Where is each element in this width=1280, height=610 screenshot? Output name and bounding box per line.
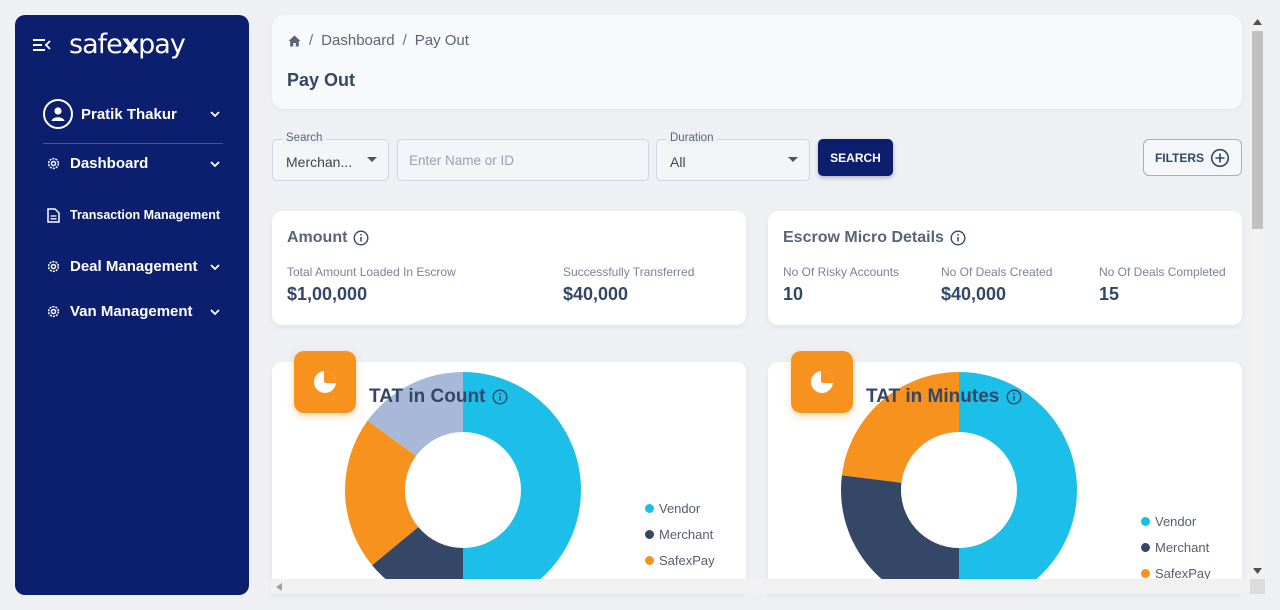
stat-value: 10 — [783, 284, 804, 304]
donut-slice-merchant[interactable] — [841, 475, 959, 594]
info-icon[interactable] — [492, 389, 508, 405]
avatar-icon — [43, 99, 73, 129]
info-icon[interactable] — [1006, 389, 1022, 405]
scroll-down-arrow-icon[interactable] — [1253, 568, 1262, 574]
search-input[interactable] — [398, 140, 648, 180]
sidebar-item-label: Transaction Management — [70, 208, 221, 222]
card-title-text: Escrow Micro Details — [783, 229, 944, 246]
search-type-value: Merchan... — [286, 154, 353, 170]
caret-down-icon — [367, 157, 377, 162]
amount-card: Amount Total Amount Loaded In Escrow $1,… — [272, 211, 746, 325]
legend-label: Merchant — [1155, 539, 1210, 555]
chevron-down-icon — [210, 308, 220, 315]
stat-label: Total Amount Loaded In Escrow — [287, 265, 456, 279]
stat-label: No Of Risky Accounts — [783, 265, 900, 279]
breadcrumb-current: Pay Out — [414, 32, 469, 49]
document-icon — [45, 207, 61, 223]
escrow-card-title: Escrow Micro Details — [783, 229, 966, 247]
pie-chart-icon — [294, 351, 356, 413]
legend-item-vendor: Vendor — [645, 495, 715, 521]
sidebar-item-label: Deal Management — [70, 258, 198, 275]
info-icon[interactable] — [353, 230, 369, 246]
sidebar-header: safexpay — [33, 29, 186, 60]
card-title-text: Amount — [287, 229, 348, 246]
search-type-select[interactable]: Search Merchan... — [272, 132, 389, 181]
brand-logo: safexpay — [69, 29, 186, 60]
gear-icon — [45, 259, 61, 275]
sidebar: safexpay Pratik Thakur Dashboard Transac… — [15, 15, 249, 595]
add-circle-icon — [1210, 148, 1230, 167]
chart-title-text: TAT in Minutes — [866, 386, 1000, 407]
legend-label: Merchant — [659, 526, 714, 542]
stat-label: No Of Deals Completed — [1099, 265, 1226, 279]
home-icon[interactable] — [288, 35, 301, 47]
tat-minutes-title: TAT in Minutes — [866, 386, 1022, 408]
tat-count-legend: Vendor Merchant SafexPay — [645, 495, 715, 573]
search-button[interactable]: SEARCH — [818, 139, 893, 176]
chevron-down-icon — [210, 263, 220, 270]
amount-card-title: Amount — [287, 229, 369, 247]
legend-dot — [645, 555, 654, 565]
legend-label: Vendor — [659, 500, 701, 516]
stat-value: $40,000 — [941, 284, 1007, 304]
legend-dot — [645, 503, 654, 513]
tat-count-title: TAT in Count — [369, 386, 508, 408]
legend-item-merchant: Merchant — [645, 521, 715, 547]
caret-down-icon — [788, 157, 798, 162]
search-type-label: Search — [282, 132, 327, 144]
sidebar-item-transaction-management[interactable]: Transaction Management — [45, 207, 221, 223]
legend-dot — [645, 529, 654, 539]
duration-select[interactable]: Duration All — [656, 132, 810, 181]
scrollbar-thumb[interactable] — [1252, 31, 1263, 229]
gear-icon — [45, 304, 61, 320]
escrow-details-card: Escrow Micro Details No Of Risky Account… — [768, 211, 1242, 325]
menu-collapse-icon[interactable] — [33, 38, 51, 52]
stat-label: Successfully Transferred — [563, 265, 695, 279]
sidebar-item-label: Van Management — [70, 303, 193, 320]
search-field[interactable] — [397, 139, 649, 181]
breadcrumb-dashboard[interactable]: Dashboard — [321, 32, 394, 49]
legend-label: SafexPay — [659, 552, 715, 568]
page-header: / Dashboard / Pay Out Pay Out — [272, 15, 1242, 109]
legend-dot — [1141, 516, 1150, 526]
info-icon[interactable] — [950, 230, 966, 246]
gear-icon — [45, 156, 61, 172]
duration-label: Duration — [666, 132, 718, 144]
user-name: Pratik Thakur — [81, 105, 177, 123]
chevron-down-icon — [210, 160, 220, 167]
horizontal-scrollbar[interactable] — [271, 579, 1250, 594]
legend-item-vendor: Vendor — [1141, 508, 1211, 534]
scroll-up-arrow-icon[interactable] — [1253, 19, 1262, 25]
page-title: Pay Out — [287, 70, 356, 90]
sidebar-item-deal-management[interactable]: Deal Management — [45, 258, 221, 275]
legend-item-safexpay: SafexPay — [645, 547, 715, 573]
sidebar-item-label: Dashboard — [70, 155, 149, 172]
chart-title-text: TAT in Count — [369, 386, 486, 407]
pie-chart-icon — [791, 351, 853, 413]
legend-dot — [1141, 568, 1150, 578]
filters-button-label: FILTERS — [1154, 150, 1205, 165]
user-profile-menu[interactable]: Pratik Thakur — [43, 99, 221, 129]
sidebar-divider — [43, 143, 223, 144]
scroll-left-arrow-icon[interactable] — [276, 583, 282, 591]
stat-value: $40,000 — [563, 284, 629, 304]
sidebar-item-van-management[interactable]: Van Management — [45, 303, 221, 320]
sidebar-item-dashboard[interactable]: Dashboard — [45, 155, 221, 172]
stat-label: No Of Deals Created — [941, 265, 1053, 279]
breadcrumb: / Dashboard / Pay Out — [288, 32, 469, 49]
legend-item-merchant: Merchant — [1141, 534, 1211, 560]
legend-dot — [1141, 542, 1150, 552]
vertical-scrollbar[interactable] — [1250, 15, 1265, 580]
duration-value: All — [670, 154, 686, 170]
stat-value: 15 — [1099, 284, 1120, 304]
stat-value: $1,00,000 — [287, 284, 368, 304]
chevron-down-icon — [210, 111, 220, 118]
scrollbar-corner — [1250, 579, 1265, 594]
tat-minutes-legend: Vendor Merchant SafexPay — [1141, 508, 1211, 586]
legend-label: Vendor — [1155, 513, 1197, 529]
filters-button[interactable]: FILTERS — [1143, 139, 1242, 176]
